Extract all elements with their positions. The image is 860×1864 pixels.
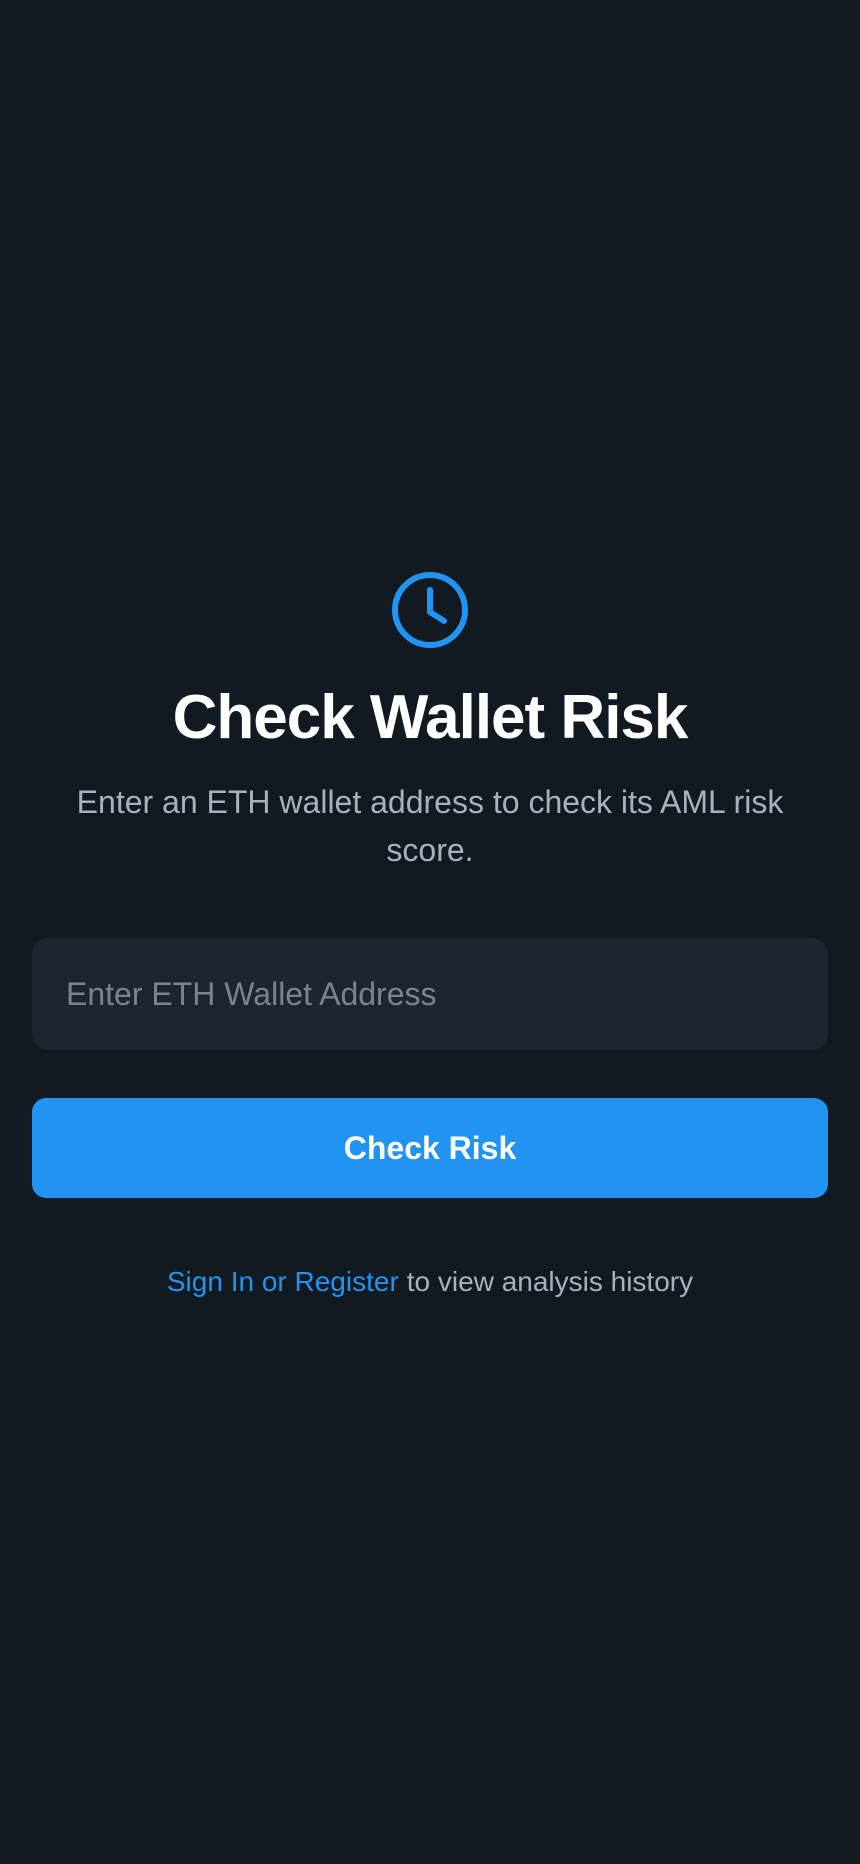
page-subtitle: Enter an ETH wallet address to check its… [76, 784, 784, 868]
wallet-address-input[interactable] [32, 938, 828, 1050]
history-prompt: Sign In or Register to view analysis hist… [0, 1262, 860, 1302]
signin-register-link[interactable]: Sign In or Register [167, 1266, 399, 1297]
clock-icon [390, 570, 470, 650]
page-title: Check Wallet Risk [172, 683, 689, 752]
wallet-risk-screen: Check Wallet Risk Enter an ETH wallet ad… [0, 0, 860, 1864]
history-prompt-text: to view analysis history [406, 1266, 694, 1297]
check-risk-button[interactable]: Check Risk [32, 1098, 828, 1198]
